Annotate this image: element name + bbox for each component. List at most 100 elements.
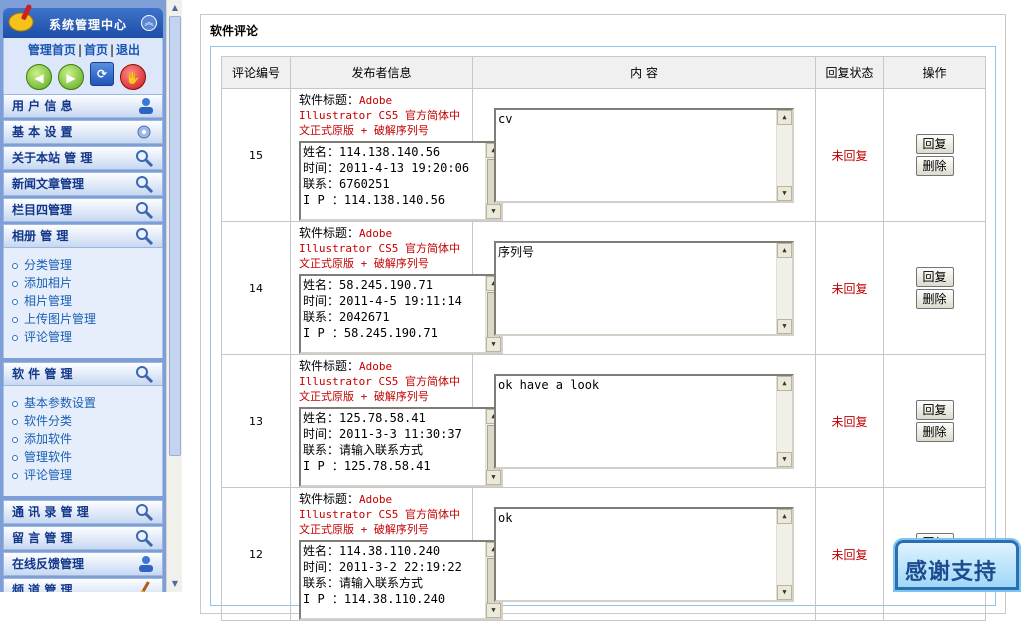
stop-icon[interactable]: ✋ — [120, 64, 146, 90]
refresh-icon[interactable]: ⟳ — [90, 62, 114, 86]
col-operations: 操作 — [883, 56, 986, 89]
comment-id: 14 — [221, 221, 291, 355]
scroll-down-icon[interactable]: ▼ — [486, 204, 501, 219]
scroll-down-icon[interactable]: ▼ — [486, 470, 501, 485]
menu-basic-settings[interactable]: 基 本 设 置 — [3, 120, 163, 144]
sidebar-item-manage-software[interactable]: 管理软件 — [12, 448, 72, 466]
menu-feedback[interactable]: 在线反馈管理 — [3, 552, 163, 576]
table-row: 15 软件标题：Adobe Illustrator CS5 官方简体中文正式原版… — [221, 88, 986, 222]
scrollbar-thumb[interactable] — [169, 16, 181, 456]
menu-user-info[interactable]: 用 户 信 息 — [3, 94, 163, 118]
table-header-row: 评论编号 发布者信息 内 容 回复状态 操作 — [221, 56, 986, 89]
content-text: ok — [498, 510, 513, 525]
scroll-down-icon[interactable]: ▼ — [777, 584, 792, 600]
sidebar-item-add-software[interactable]: 添加软件 — [12, 430, 72, 448]
back-icon[interactable]: ◀ — [26, 64, 52, 90]
sub-label: 评论管理 — [24, 468, 73, 482]
scroll-down-icon[interactable]: ▼ — [777, 451, 792, 467]
scroll-up-icon[interactable]: ▲ — [777, 242, 792, 258]
scroll-up-icon[interactable]: ▲ — [777, 375, 792, 391]
reply-button[interactable]: 回复 — [915, 134, 954, 154]
publisher-cell: 软件标题：Adobe Illustrator CS5 官方简体中文正式原版 + … — [290, 88, 503, 222]
scroll-up-icon[interactable]: ▲ — [169, 2, 181, 14]
sidebar-scrollbar[interactable]: ▲ ▼ — [166, 0, 182, 592]
operations-cell: 回复 删除 — [883, 221, 986, 355]
menu-column-four[interactable]: 栏目四管理 — [3, 198, 163, 222]
content-cell: ok have a look ▲ ▼ — [472, 354, 816, 488]
sub-label: 软件分类 — [24, 414, 73, 428]
content-text: ok have a look — [498, 377, 600, 392]
scroll-up-icon[interactable]: ▲ — [777, 508, 792, 524]
sidebar-item-category[interactable]: 分类管理 — [12, 256, 72, 274]
textarea-scrollbar[interactable]: ▲▼ — [776, 375, 792, 467]
menu-news[interactable]: 新闻文章管理 — [3, 172, 163, 196]
operations-cell: 回复 删除 — [883, 354, 986, 488]
delete-button[interactable]: 删除 — [915, 422, 954, 442]
sub-label: 基本参数设置 — [24, 396, 97, 410]
content-textarea[interactable]: 序列号 ▲ ▼ — [494, 240, 794, 336]
delete-button[interactable]: 删除 — [915, 156, 954, 176]
menu-label: 关于本站 管 理 — [12, 151, 93, 165]
magnifier-icon — [136, 228, 154, 245]
sidebar-item-upload-manage[interactable]: 上传图片管理 — [12, 310, 96, 328]
content-text: cv — [498, 111, 513, 126]
menu-channel[interactable]: 频 道 管 理 — [3, 578, 163, 592]
home-link[interactable]: 首页 — [84, 43, 108, 57]
sidebar: 系统管理中心 ︽ 管理首页 | 首页 | 退出 ◀ ▶ ⟳ ✋ 用 户 信 息 基 本 … — [0, 0, 166, 592]
textarea-scrollbar[interactable]: ▲▼ — [776, 508, 792, 600]
content-cell: 序列号 ▲ ▼ — [472, 221, 816, 355]
scroll-up-icon[interactable]: ▲ — [777, 109, 792, 125]
delete-button[interactable]: 删除 — [915, 289, 954, 309]
scroll-down-icon[interactable]: ▼ — [777, 318, 792, 334]
menu-label: 留 言 管 理 — [12, 531, 73, 545]
menu-contacts[interactable]: 通 讯 录 管 理 — [3, 500, 163, 524]
magnifier-icon — [136, 530, 154, 547]
software-title-label: 软件标题： — [299, 359, 360, 373]
publisher-info-text: 姓名：58.245.190.71 时间：2011-4-5 19:11:14 联系… — [303, 278, 462, 340]
scroll-down-icon[interactable]: ▼ — [777, 185, 792, 201]
sidebar-item-add-photo[interactable]: 添加相片 — [12, 274, 72, 292]
publisher-info-textarea[interactable]: 姓名：114.138.140.56 时间：2011-4-13 19:20:06 … — [299, 141, 503, 221]
scroll-down-icon[interactable]: ▼ — [486, 603, 501, 618]
menu-messages[interactable]: 留 言 管 理 — [3, 526, 163, 550]
menu-label: 基 本 设 置 — [12, 125, 73, 139]
menu-about-site[interactable]: 关于本站 管 理 — [3, 146, 163, 170]
sidebar-item-software-category[interactable]: 软件分类 — [12, 412, 72, 430]
collapse-icon[interactable]: ︽ — [141, 15, 157, 31]
admin-home-link[interactable]: 管理首页 — [28, 43, 76, 57]
menu-label: 相册 管 理 — [12, 229, 69, 243]
publisher-info-textarea[interactable]: 姓名：58.245.190.71 时间：2011-4-5 19:11:14 联系… — [299, 274, 503, 354]
reply-button[interactable]: 回复 — [915, 267, 954, 287]
status-badge: 未回复 — [815, 354, 884, 488]
thanks-badge[interactable]: 感谢支持 — [893, 538, 1021, 592]
content-textarea[interactable]: cv ▲ ▼ — [494, 107, 794, 203]
reply-button[interactable]: 回复 — [915, 400, 954, 420]
software-title-label: 软件标题： — [299, 226, 360, 240]
content-text: 序列号 — [498, 244, 535, 259]
textarea-scrollbar[interactable]: ▲▼ — [776, 109, 792, 201]
publisher-info-textarea[interactable]: 姓名：125.78.58.41 时间：2011-3-3 11:30:37 联系：… — [299, 407, 503, 487]
logout-link[interactable]: 退出 — [116, 43, 140, 57]
col-status: 回复状态 — [815, 56, 884, 89]
publisher-info-textarea[interactable]: 姓名：114.38.110.240 时间：2011-3-2 22:19:22 联… — [299, 540, 503, 620]
sidebar-item-photo-manage[interactable]: 相片管理 — [12, 292, 72, 310]
bullet-icon — [12, 280, 18, 287]
sidebar-item-software-comments[interactable]: 评论管理 — [12, 466, 72, 484]
sidebar-item-album-comments[interactable]: 评论管理 — [12, 328, 72, 346]
table-row: 14 软件标题：Adobe Illustrator CS5 官方简体中文正式原版… — [221, 221, 986, 355]
menu-label: 通 讯 录 管 理 — [12, 505, 89, 519]
menu-album[interactable]: 相册 管 理 — [3, 224, 163, 248]
sidebar-item-basic-params[interactable]: 基本参数设置 — [12, 394, 96, 412]
textarea-scrollbar[interactable]: ▲▼ — [776, 242, 792, 334]
scroll-down-icon[interactable]: ▼ — [486, 337, 501, 352]
menu-label: 栏目四管理 — [12, 203, 73, 217]
menu-label: 软 件 管 理 — [12, 367, 73, 381]
content-textarea[interactable]: ok have a look ▲ ▼ — [494, 373, 794, 469]
scroll-down-icon[interactable]: ▼ — [169, 578, 181, 590]
forward-icon[interactable]: ▶ — [58, 64, 84, 90]
content-textarea[interactable]: ok ▲ ▼ — [494, 506, 794, 602]
main-content: 软件评论 评论编号 发布者信息 内 容 回复状态 操作 15 软件标题：Adob… — [182, 0, 1024, 621]
software-title-label: 软件标题： — [299, 492, 360, 506]
menu-software[interactable]: 软 件 管 理 — [3, 362, 163, 386]
sub-label: 分类管理 — [24, 258, 73, 272]
